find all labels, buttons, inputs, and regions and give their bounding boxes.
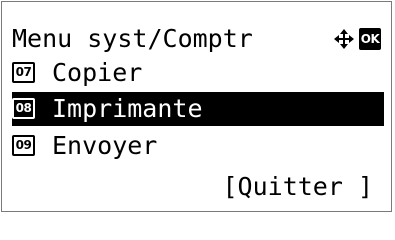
item-number-badge: 09 [12, 135, 35, 156]
quit-softkey[interactable]: [Quitter ] [222, 170, 373, 204]
menu-item-imprimante[interactable]: 08 Imprimante [12, 92, 384, 126]
menu-item-label: Imprimante [52, 94, 203, 123]
item-number-badge: 08 [12, 98, 35, 119]
four-way-arrows-icon [334, 29, 354, 49]
menu-item-label: Envoyer [52, 131, 158, 160]
menu-item-copier[interactable]: 07 Copier [12, 56, 384, 90]
menu-item-envoyer[interactable]: 09 Envoyer [12, 129, 384, 163]
header-row: Menu syst/Comptr OK [12, 22, 384, 56]
menu-item-label: Copier [52, 58, 143, 87]
page-title: Menu syst/Comptr [12, 24, 253, 53]
lcd-screen: Menu syst/Comptr OK 07 Copier 08 Imprima… [1, 1, 392, 212]
item-number-badge: 07 [12, 62, 35, 83]
ok-key-icon: OK [359, 28, 381, 50]
